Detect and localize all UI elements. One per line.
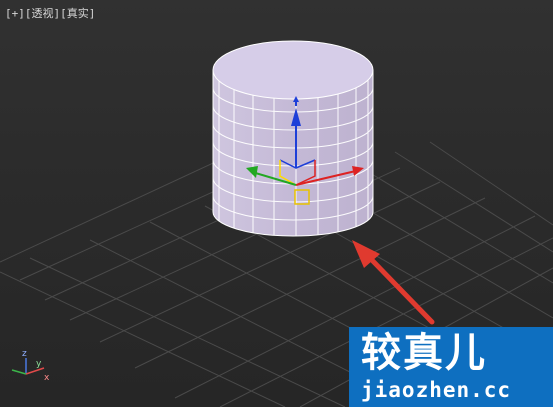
axis-x-label: x: [44, 373, 50, 383]
axis-z-label: z: [22, 349, 27, 359]
cylinder-object: [212, 40, 374, 237]
axis-y-label: y: [36, 359, 42, 369]
watermark-logo: 较真儿 jiaozhen.cc: [349, 327, 553, 407]
watermark-url: jiaozhen.cc: [361, 378, 512, 402]
perspective-viewport[interactable]: [+][透视][真实] z y x 较真儿 jiaozhen.cc: [0, 0, 553, 407]
watermark-title: 较真儿: [361, 330, 487, 376]
axis-tripod: z y x: [11, 349, 50, 383]
